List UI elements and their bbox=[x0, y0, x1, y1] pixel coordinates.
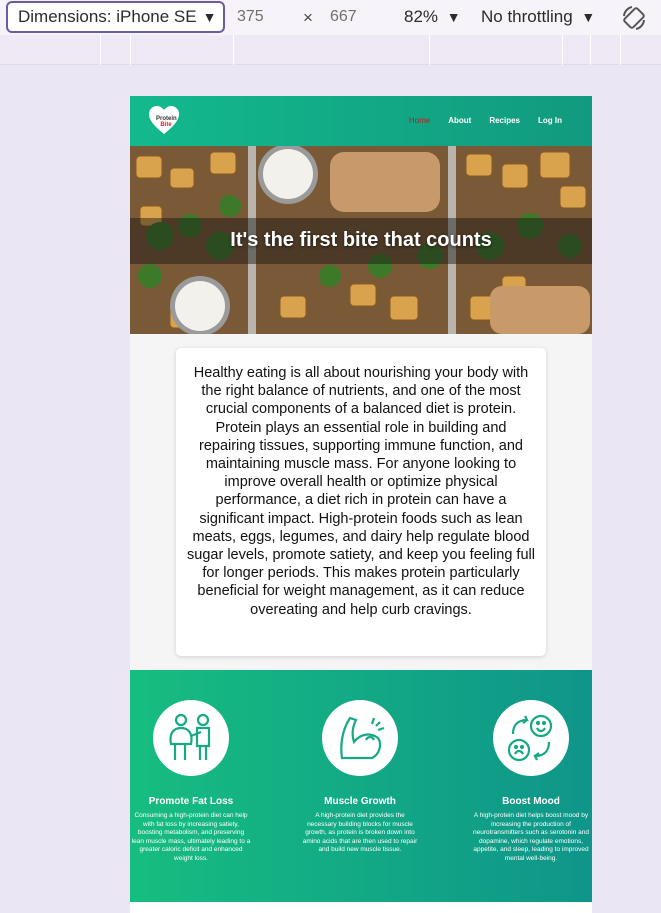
feature-icon-circle bbox=[322, 700, 398, 776]
hero-title: It's the first bite that counts bbox=[230, 229, 492, 251]
intro-text: Healthy eating is all about nourishing y… bbox=[187, 365, 535, 618]
nav-login[interactable]: Log In bbox=[538, 116, 562, 125]
feature-title: Boost Mood bbox=[502, 796, 560, 807]
intro-card: Healthy eating is all about nourishing y… bbox=[176, 348, 546, 656]
hero-banner: It's the first bite that counts bbox=[130, 146, 592, 334]
nav-links: Home About Recipes Log In bbox=[409, 116, 562, 125]
rotate-icon[interactable] bbox=[620, 4, 648, 32]
throttle-select[interactable]: No throttling ▼ bbox=[481, 7, 595, 27]
intro-section: Healthy eating is all about nourishing y… bbox=[130, 334, 592, 670]
device-viewport: Protein Bite Home About Recipes Log In I… bbox=[130, 96, 592, 913]
logo-wordmark: Protein Bite bbox=[156, 116, 177, 128]
feature-icon-circle bbox=[153, 700, 229, 776]
feature-title: Promote Fat Loss bbox=[148, 796, 234, 807]
feature-text: Consuming a high-protein diet can help w… bbox=[131, 812, 251, 862]
feature-text: A high-protein diet provides the necessa… bbox=[302, 812, 418, 853]
device-select[interactable]: Dimensions: iPhone SE ▼ bbox=[6, 1, 225, 33]
fat-loss-icon bbox=[169, 713, 211, 760]
media-query-ruler bbox=[0, 35, 661, 65]
devtools-toolbar: Dimensions: iPhone SE ▼ 375 × 667 82% ▼ … bbox=[0, 0, 661, 35]
nav-about[interactable]: About bbox=[448, 116, 471, 125]
nav-recipes[interactable]: Recipes bbox=[489, 116, 520, 125]
feature-muscle-growth: Muscle Growth A high-protein diet provid… bbox=[298, 700, 422, 855]
muscle-icon bbox=[340, 716, 385, 760]
nav-home[interactable]: Home bbox=[409, 116, 430, 125]
feature-fat-loss: Promote Fat Loss Consuming a high-protei… bbox=[130, 700, 253, 863]
benefits-section: Promote Fat Loss Consuming a high-protei… bbox=[130, 670, 592, 902]
zoom-label: 82% bbox=[404, 7, 439, 26]
throttle-label: No throttling bbox=[481, 7, 573, 26]
height-input[interactable]: 667 bbox=[330, 8, 357, 26]
chevron-down-icon: ▼ bbox=[581, 9, 596, 25]
chevron-down-icon: ▼ bbox=[202, 9, 217, 25]
feature-title: Muscle Growth bbox=[324, 796, 396, 807]
feature-boost-mood: Boost Mood A high-protein diet helps boo… bbox=[469, 700, 592, 863]
feature-icon-circle bbox=[493, 700, 569, 776]
mood-icon bbox=[507, 714, 553, 762]
logo-line-2: Bite bbox=[160, 122, 172, 128]
width-input[interactable]: 375 bbox=[237, 8, 264, 26]
zoom-select[interactable]: 82% ▼ bbox=[404, 7, 461, 27]
chevron-down-icon: ▼ bbox=[446, 9, 461, 25]
site-navbar: Protein Bite Home About Recipes Log In bbox=[130, 96, 592, 146]
times-sign: × bbox=[303, 8, 313, 27]
feature-text: A high-protein diet helps boost mood by … bbox=[473, 812, 589, 862]
device-select-label: Dimensions: iPhone SE bbox=[18, 7, 197, 26]
